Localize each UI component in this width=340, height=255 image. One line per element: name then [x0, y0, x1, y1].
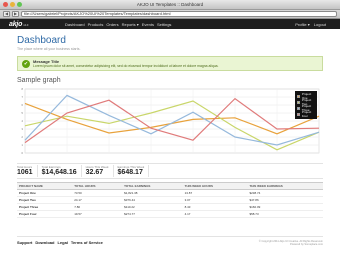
legend-swatch	[297, 94, 300, 98]
stats-bar: Total Hours 1061 Total Earnings $14,648.…	[17, 163, 323, 179]
nav-products[interactable]: Products	[88, 22, 104, 27]
chart-legend: Project One Project Two Project Three Pr…	[295, 91, 317, 119]
footer-link-terms[interactable]: Terms of Service	[71, 240, 103, 246]
y-tick-label: 4	[21, 119, 23, 123]
table-row: Project Two 24.17 $376.44 3.07 $47.86	[17, 196, 323, 204]
stat-value: $14,648.16	[41, 169, 77, 176]
table-cell: 13.87	[182, 189, 248, 197]
table-row: Project Three 7.80 $110.22 8.43 $160.09	[17, 203, 323, 211]
footer-link-legal[interactable]: Legal	[57, 240, 67, 246]
y-tick-label: 8	[21, 87, 23, 91]
nav-profile[interactable]: Profile ▾	[295, 22, 309, 27]
table-cell: Project One	[17, 189, 73, 197]
footer-links: Support Download Legal Terms of Service	[17, 240, 103, 246]
site-header: akjov1.0 Dashboard Products Orders Repor…	[0, 19, 340, 29]
table-row: Project One 73.50 $1,821.38 13.87 $238.7…	[17, 189, 323, 197]
line-chart: 0 1 2 3 4 5 6 7 8	[21, 87, 320, 155]
sample-graph: 0 1 2 3 4 5 6 7 8 Project One Project Two Projec…	[17, 87, 323, 157]
footer-link-support[interactable]: Support	[17, 240, 32, 246]
message-body: Message Title Lorem ipsum dolor sit amet…	[33, 59, 218, 68]
table-cell: Project Three	[17, 203, 73, 211]
page-title: Dashboard	[17, 35, 66, 46]
powered-by-text: Powered by Someplace.com	[289, 242, 323, 246]
table-cell: Project Two	[17, 196, 73, 204]
table-cell: 19.57	[72, 210, 123, 218]
user-nav: Profile ▾ Logout	[295, 22, 326, 27]
table-row: Project Four 19.57 $274.77 4.17 $58.73	[17, 210, 323, 218]
column-header[interactable]: TOTAL EARNINGS	[122, 182, 183, 190]
table-cell: $58.73	[247, 210, 323, 218]
stat-total-earnings: Total Earnings $14,648.16	[38, 165, 82, 177]
y-tick-label: 1	[21, 143, 23, 147]
stat-value: $648.17	[117, 169, 143, 176]
table-cell: 7.80	[72, 203, 123, 211]
nav-dashboard[interactable]: Dashboard	[65, 22, 85, 27]
column-header[interactable]: THIS WEEK HOURS	[182, 182, 248, 190]
table-cell: Project Four	[17, 210, 73, 218]
stat-total-hours: Total Hours 1061	[17, 165, 38, 177]
table-cell: $376.44	[122, 196, 183, 204]
y-tick-label: 3	[21, 127, 23, 131]
message-text: Lorem ipsum dolor sit amet, consectetur …	[33, 64, 219, 68]
window-title: AKJO UI Templates :: Dashboard	[136, 2, 204, 7]
browser-toolbar: ◀ ▶ file:///Users/gabriel/Projects/AKJO%…	[0, 10, 340, 19]
table-cell: $238.74	[247, 189, 323, 197]
table-cell: 4.17	[182, 210, 248, 218]
browser-window: AKJO UI Templates :: Dashboard ◀ ▶ file:…	[0, 0, 340, 255]
table-cell: 24.17	[72, 196, 123, 204]
legend-label: Project Four	[301, 110, 312, 118]
nav-settings[interactable]: Settings	[157, 22, 171, 27]
y-tick-label: 0	[21, 151, 23, 155]
maximize-window-button[interactable]	[17, 2, 22, 7]
main-nav: Dashboard Products Orders Reports ▾ Even…	[65, 22, 171, 27]
column-header[interactable]: PROJECT NAME	[17, 182, 73, 190]
forward-button[interactable]: ▶	[12, 11, 19, 17]
nav-orders[interactable]: Orders	[106, 22, 118, 27]
stat-value: 1061	[17, 169, 33, 176]
table-cell: $47.86	[247, 196, 323, 204]
minimize-window-button[interactable]	[10, 2, 15, 7]
close-window-button[interactable]	[3, 2, 8, 7]
y-tick-label: 2	[21, 135, 23, 139]
nav-events[interactable]: Events	[142, 22, 154, 27]
stat-hours-week: Hours This Week 32.67	[82, 165, 114, 177]
success-message: ✔ Message Title Lorem ipsum dolor sit am…	[17, 56, 323, 71]
column-header[interactable]: TOTAL HOURS	[72, 182, 123, 190]
table-cell: $160.09	[247, 203, 323, 211]
y-tick-label: 7	[21, 95, 23, 99]
y-tick-label: 5	[21, 111, 23, 115]
page-subtitle: The place where all your business starts…	[17, 47, 81, 51]
table-cell: 73.50	[72, 189, 123, 197]
logo-text: akjo	[9, 20, 23, 28]
site-logo[interactable]: akjov1.0	[9, 21, 47, 28]
address-bar[interactable]: file:///Users/gabriel/Projects/AKJO%20UI…	[21, 11, 337, 17]
legend-swatch	[297, 106, 300, 110]
table-header-row: PROJECT NAME TOTAL HOURS TOTAL EARNINGS …	[17, 182, 323, 190]
table-cell: 8.43	[182, 203, 248, 211]
table-cell: $1,821.38	[122, 189, 183, 197]
window-controls	[3, 2, 22, 7]
legend-swatch	[297, 112, 300, 116]
nav-reports[interactable]: Reports ▾	[122, 22, 139, 27]
stat-value: 32.67	[85, 169, 104, 176]
y-tick-label: 6	[21, 103, 23, 107]
version-label: v1.0	[23, 22, 29, 27]
page-footer: Support Download Legal Terms of Service …	[17, 235, 323, 246]
check-icon: ✔	[22, 59, 30, 68]
legend-item: Project Four	[297, 110, 315, 118]
table-cell: $110.22	[122, 203, 183, 211]
column-header[interactable]: THIS WEEK EARNINGS	[247, 182, 323, 190]
legend-swatch	[297, 100, 300, 104]
graph-title: Sample graph	[17, 77, 61, 84]
stat-earnings-week: Earnings This Week $648.17	[114, 165, 150, 177]
nav-logout[interactable]: Logout	[314, 22, 326, 27]
copyright: © Copyright 2011 Akjo UI Creative. All R…	[259, 240, 323, 246]
footer-link-download[interactable]: Download	[35, 240, 54, 246]
main-content: Dashboard The place where all your busin…	[0, 36, 340, 218]
table-cell: 3.07	[182, 196, 248, 204]
table-cell: $274.77	[122, 210, 183, 218]
back-button[interactable]: ◀	[3, 11, 10, 17]
window-titlebar[interactable]: AKJO UI Templates :: Dashboard	[0, 0, 340, 10]
projects-table: PROJECT NAME TOTAL HOURS TOTAL EARNINGS …	[17, 182, 323, 218]
